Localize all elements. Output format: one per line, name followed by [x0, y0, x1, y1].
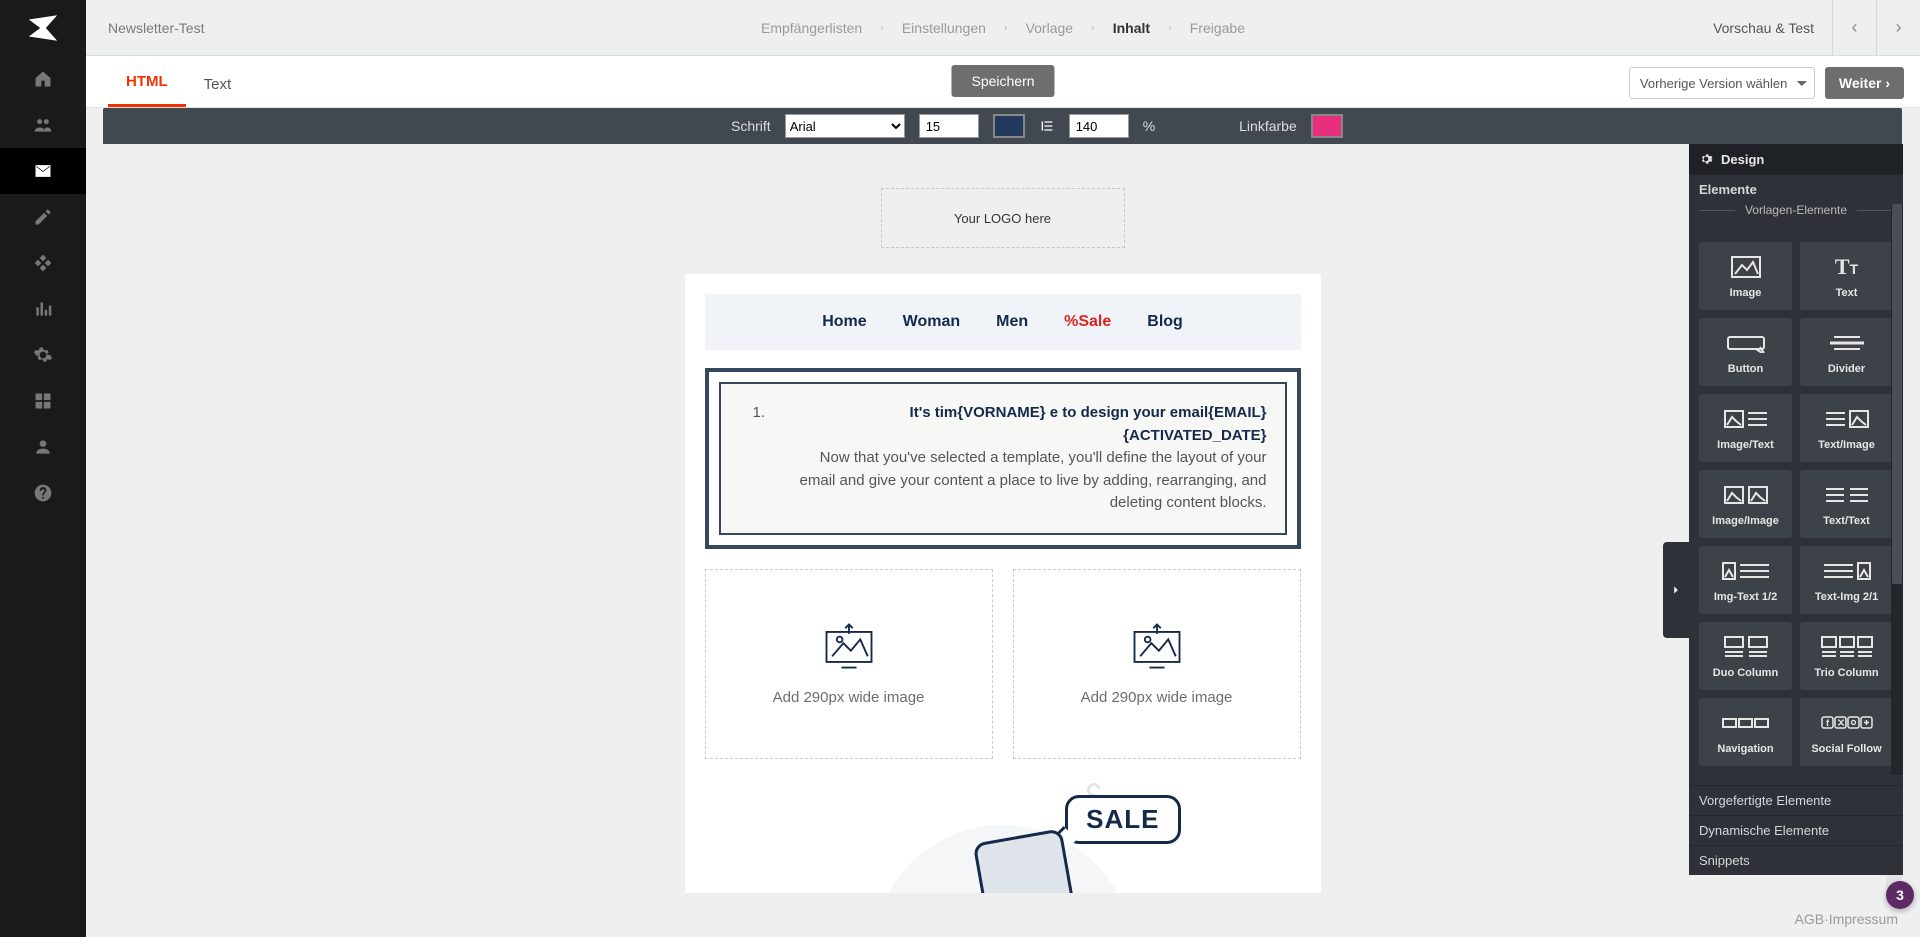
element-button[interactable]: Button: [1699, 318, 1792, 386]
editor-tabs: HTML Text: [108, 56, 249, 107]
element-text-image[interactable]: Text/Image: [1800, 394, 1893, 462]
breadcrumb-step-1[interactable]: Einstellungen: [902, 20, 986, 36]
tab-text[interactable]: Text: [186, 76, 250, 107]
editor-top-bar: HTML Text Speichern Vorherige Version wä…: [86, 56, 1920, 108]
element-trio-column[interactable]: Trio Column: [1800, 622, 1893, 690]
email-nav-men[interactable]: Men: [996, 313, 1028, 331]
font-size-input[interactable]: [919, 114, 979, 138]
link-color-label: Linkfarbe: [1239, 118, 1297, 134]
breadcrumb-step-2[interactable]: Vorlage: [1026, 20, 1073, 36]
font-label: Schrift: [731, 118, 771, 134]
panel-scrollbar[interactable]: [1891, 204, 1903, 775]
footer-impressum-link[interactable]: Impressum: [1829, 911, 1898, 927]
panel-header-design[interactable]: Design: [1689, 144, 1903, 174]
email-nav: Home Woman Men %Sale Blog: [705, 294, 1301, 350]
nav-stats-icon[interactable]: [0, 286, 86, 332]
element-text-text[interactable]: Text/Text: [1800, 470, 1893, 538]
block-body[interactable]: Now that you've selected a template, you…: [781, 447, 1266, 515]
nav-next-arrow[interactable]: ›: [1876, 0, 1920, 56]
element-img-text-12[interactable]: Img-Text 1/2: [1699, 546, 1792, 614]
panel-collapse-button[interactable]: [1663, 542, 1689, 638]
email-card: Home Woman Men %Sale Blog 1. It's tim{VO…: [685, 274, 1321, 893]
image-upload-icon: [1127, 621, 1187, 671]
email-nav-sale[interactable]: %Sale: [1064, 313, 1111, 331]
panel-section-elemente[interactable]: Elemente: [1689, 174, 1903, 204]
nav-home-icon[interactable]: [0, 56, 86, 102]
left-nav-rail: [0, 0, 86, 937]
selected-text-block[interactable]: 1. It's tim{VORNAME} e to design your em…: [705, 368, 1301, 549]
font-family-select[interactable]: Arial: [785, 114, 905, 138]
breadcrumb-step-4[interactable]: Freigabe: [1190, 20, 1245, 36]
breadcrumb: Empfängerlisten› Einstellungen› Vorlage›…: [761, 20, 1245, 36]
link-color-swatch[interactable]: [1311, 114, 1343, 138]
image-placeholder-left-label: Add 290px wide image: [773, 689, 925, 706]
email-nav-home[interactable]: Home: [822, 313, 866, 331]
preview-and-test-link[interactable]: Vorschau & Test: [1713, 20, 1814, 36]
text-color-swatch[interactable]: [993, 114, 1025, 138]
line-height-input[interactable]: [1069, 114, 1129, 138]
element-duo-column[interactable]: Duo Column: [1699, 622, 1792, 690]
breadcrumb-step-3[interactable]: Inhalt: [1113, 20, 1150, 36]
previous-version-select[interactable]: Vorherige Version wählen: [1629, 67, 1815, 99]
line-height-unit: %: [1143, 118, 1155, 134]
element-image-image[interactable]: Image/Image: [1699, 470, 1792, 538]
footer: AGB · Impressum: [86, 901, 1920, 937]
panel-section-dynamische[interactable]: Dynamische Elemente: [1689, 815, 1903, 845]
nav-compose-icon[interactable]: [0, 194, 86, 240]
element-social-follow[interactable]: fSocial Follow: [1800, 698, 1893, 766]
sale-illustration[interactable]: ✷ SALE: [705, 795, 1301, 894]
block-ordinal: 1.: [739, 402, 766, 515]
element-text[interactable]: TTText: [1800, 242, 1893, 310]
email-nav-woman[interactable]: Woman: [903, 313, 960, 331]
nav-help-icon[interactable]: [0, 470, 86, 516]
email-nav-blog[interactable]: Blog: [1147, 313, 1183, 331]
newsletter-name: Newsletter-Test: [108, 20, 204, 36]
nav-prev-arrow[interactable]: ‹: [1832, 0, 1876, 56]
panel-section-vorgefertigte[interactable]: Vorgefertigte Elemente: [1689, 785, 1903, 815]
nav-grid-icon[interactable]: [0, 378, 86, 424]
image-placeholder-right-label: Add 290px wide image: [1081, 689, 1233, 706]
image-upload-icon: [819, 621, 879, 671]
element-text-img-21[interactable]: Text-Img 2/1: [1800, 546, 1893, 614]
element-navigation[interactable]: Navigation: [1699, 698, 1792, 766]
app-logo[interactable]: [0, 0, 86, 56]
design-panel: Design Elemente Vorlagen-Elemente Image …: [1689, 144, 1903, 875]
logo-placeholder[interactable]: Your LOGO here: [881, 188, 1125, 248]
line-height-icon: [1039, 118, 1055, 134]
breadcrumb-step-0[interactable]: Empfängerlisten: [761, 20, 862, 36]
nav-settings-icon[interactable]: [0, 332, 86, 378]
chevron-right-icon: [1669, 583, 1683, 597]
tab-html[interactable]: HTML: [108, 73, 186, 107]
vorlagen-elemente-divider: Vorlagen-Elemente: [1699, 210, 1893, 236]
block-heading[interactable]: It's tim{VORNAME} e to design your email…: [781, 402, 1266, 447]
gear-icon: [1699, 152, 1713, 166]
top-strip: Newsletter-Test Empfängerlisten› Einstel…: [86, 0, 1920, 56]
footer-agb-link[interactable]: AGB: [1795, 911, 1825, 927]
nav-profile-icon[interactable]: [0, 424, 86, 470]
element-divider[interactable]: Divider: [1800, 318, 1893, 386]
image-placeholder-right[interactable]: Add 290px wide image: [1013, 569, 1301, 759]
save-button[interactable]: Speichern: [951, 65, 1054, 97]
format-toolbar: Schrift Arial % Linkfarbe: [103, 108, 1902, 144]
sale-bubble: SALE: [1065, 795, 1180, 844]
nav-mail-icon[interactable]: [0, 148, 86, 194]
image-placeholder-left[interactable]: Add 290px wide image: [705, 569, 993, 759]
svg-text:f: f: [1826, 718, 1830, 728]
nav-users-icon[interactable]: [0, 102, 86, 148]
element-image-text[interactable]: Image/Text: [1699, 394, 1792, 462]
panel-section-snippets[interactable]: Snippets: [1689, 845, 1903, 875]
panel-scrollbar-thumb[interactable]: [1892, 204, 1902, 584]
notification-badge[interactable]: 3: [1886, 881, 1914, 909]
editor-canvas[interactable]: Your LOGO here Home Woman Men %Sale Blog…: [103, 144, 1902, 893]
nav-modules-icon[interactable]: [0, 240, 86, 286]
element-grid: Image TTText Button Divider Image/Text T…: [1689, 242, 1903, 776]
next-button[interactable]: Weiter ›: [1825, 67, 1904, 99]
element-image[interactable]: Image: [1699, 242, 1792, 310]
